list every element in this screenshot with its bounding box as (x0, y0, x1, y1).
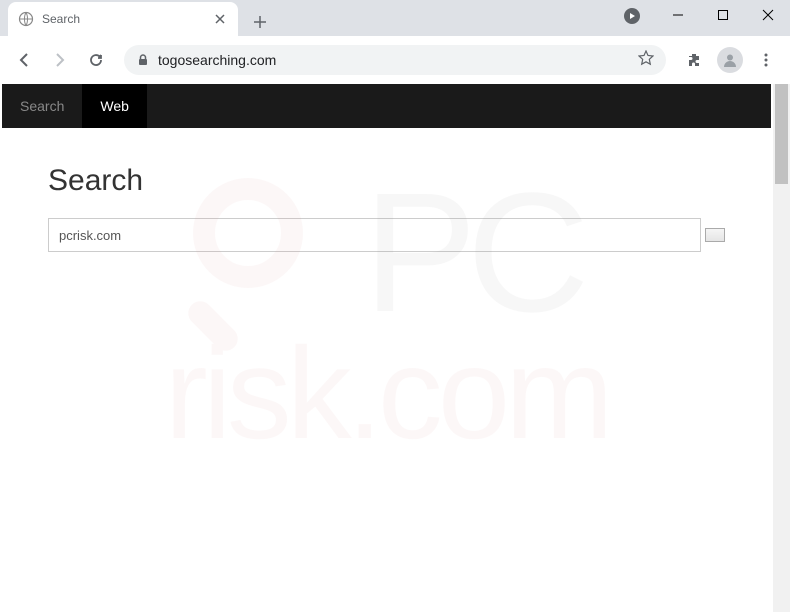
url-text: togosearching.com (158, 52, 630, 68)
nav-item-web[interactable]: Web (82, 84, 147, 128)
bookmark-star-icon[interactable] (638, 50, 654, 71)
search-section: Search (0, 128, 773, 288)
globe-icon (18, 11, 34, 27)
vertical-scrollbar[interactable] (773, 84, 790, 612)
maximize-button[interactable] (700, 0, 745, 30)
back-button[interactable] (8, 44, 40, 76)
media-control-icon[interactable] (624, 8, 640, 24)
forward-button[interactable] (44, 44, 76, 76)
extensions-icon[interactable] (678, 44, 710, 76)
new-tab-button[interactable] (246, 8, 274, 36)
content-area: Search Web Search PC risk.com (0, 84, 790, 612)
search-row (48, 218, 725, 252)
minimize-button[interactable] (655, 0, 700, 30)
tab-title: Search (42, 12, 204, 26)
search-input[interactable] (48, 218, 701, 252)
page-nav-bar: Search Web (2, 84, 771, 128)
avatar-icon (717, 47, 743, 73)
window-controls (655, 0, 790, 30)
scroll-thumb[interactable] (775, 84, 788, 184)
reload-button[interactable] (80, 44, 112, 76)
page-content: Search Web Search PC risk.com (0, 84, 773, 612)
browser-chrome: Search (0, 0, 790, 84)
browser-tab[interactable]: Search (8, 2, 238, 36)
close-icon[interactable] (212, 11, 228, 27)
nav-item-search[interactable]: Search (2, 84, 82, 128)
lock-icon (136, 53, 150, 67)
profile-avatar[interactable] (714, 44, 746, 76)
menu-button[interactable] (750, 44, 782, 76)
toolbar-right (678, 44, 782, 76)
search-submit-button[interactable] (705, 228, 725, 242)
watermark-text-risk: risk.com (165, 318, 609, 468)
page-title: Search (48, 164, 725, 198)
close-window-button[interactable] (745, 0, 790, 30)
titlebar: Search (0, 0, 790, 36)
address-bar[interactable]: togosearching.com (124, 45, 666, 75)
browser-toolbar: togosearching.com (0, 36, 790, 84)
